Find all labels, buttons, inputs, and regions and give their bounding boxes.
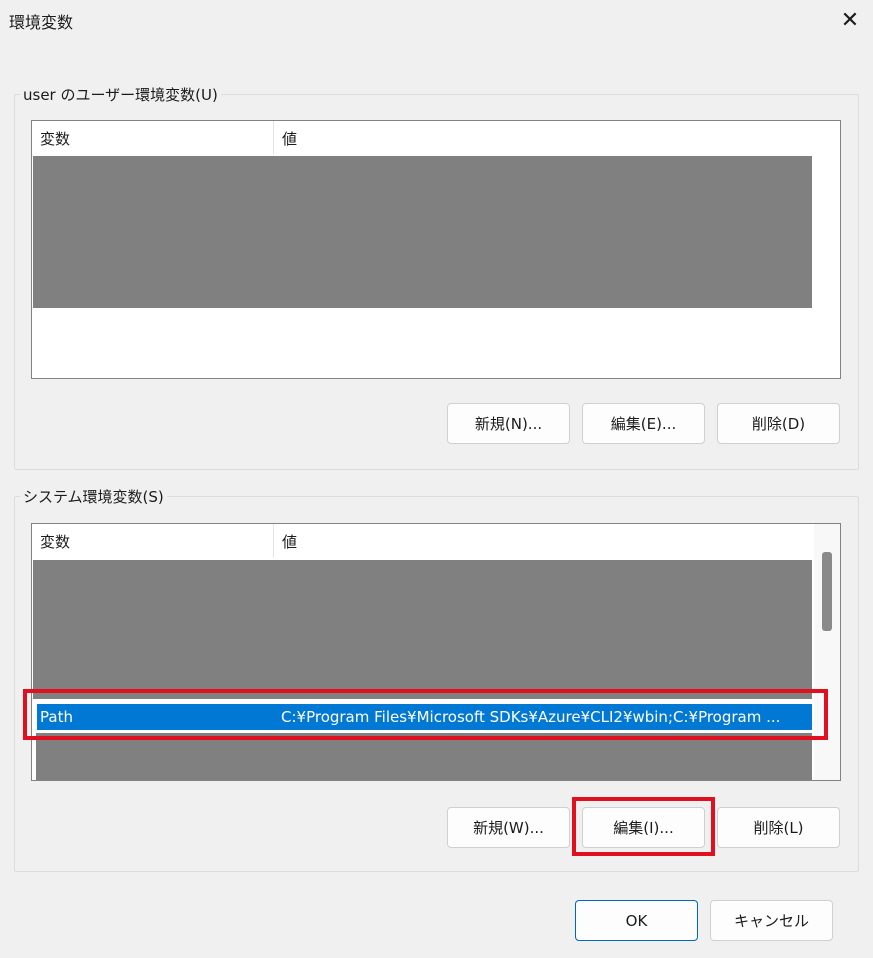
- vertical-scrollbar[interactable]: [814, 524, 840, 780]
- user-new-button[interactable]: 新規(N)...: [447, 403, 570, 444]
- ok-button[interactable]: OK: [575, 900, 698, 941]
- title-bar: 環境変数 ✕: [0, 0, 873, 40]
- system-new-button[interactable]: 新規(W)...: [447, 807, 570, 848]
- system-variables-label: システム環境変数(S): [20, 486, 167, 507]
- path-row-highlight: [23, 689, 828, 740]
- redacted-rows-bottom: [36, 733, 812, 780]
- system-variables-list[interactable]: 変数 値: [31, 523, 841, 781]
- column-header-value[interactable]: 値: [274, 524, 812, 558]
- scrollbar-thumb[interactable]: [822, 552, 832, 631]
- close-symbol: ✕: [840, 7, 860, 33]
- redacted-rows-top: [33, 560, 812, 699]
- column-header-variable[interactable]: 変数: [32, 524, 274, 558]
- list-header: 変数 値: [32, 121, 813, 155]
- close-icon[interactable]: ✕: [827, 0, 873, 40]
- user-variables-list[interactable]: 変数 値: [31, 120, 841, 379]
- column-header-variable[interactable]: 変数: [32, 121, 274, 155]
- redacted-rows: [33, 156, 812, 308]
- user-edit-button[interactable]: 編集(E)...: [582, 403, 705, 444]
- user-delete-button[interactable]: 削除(D): [717, 403, 840, 444]
- list-header: 変数 値: [32, 524, 813, 558]
- system-delete-button[interactable]: 削除(L): [717, 807, 840, 848]
- user-variables-label: user のユーザー環境変数(U): [20, 84, 221, 105]
- cancel-button[interactable]: キャンセル: [710, 900, 833, 941]
- column-header-value[interactable]: 値: [274, 121, 812, 155]
- window-title: 環境変数: [9, 13, 74, 32]
- edit-button-highlight: [572, 797, 715, 856]
